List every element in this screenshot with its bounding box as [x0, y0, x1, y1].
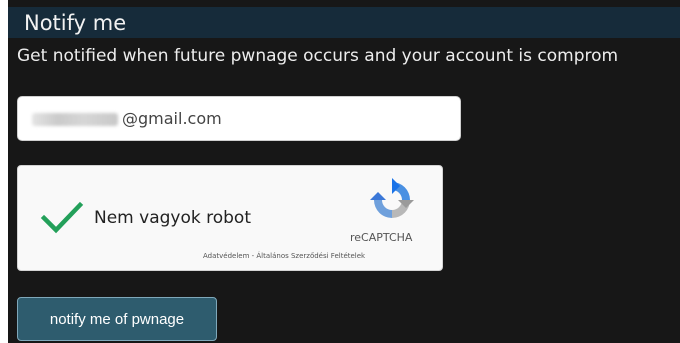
captcha-label: Nem vagyok robot — [94, 208, 251, 228]
recaptcha-widget: Nem vagyok robot reCAPTCHA Adatvédelem -… — [17, 165, 443, 271]
checkmark-icon[interactable] — [40, 200, 84, 236]
email-field[interactable]: @gmail.com — [17, 96, 461, 141]
notify-screen: Notify me Get notified when future pwnag… — [0, 0, 680, 343]
notify-panel: Notify me Get notified when future pwnag… — [8, 0, 680, 343]
intro-text: Get notified when future pwnage occurs a… — [17, 46, 619, 66]
redacted-email-username — [32, 113, 118, 126]
page-margin — [0, 0, 8, 343]
email-value: @gmail.com — [122, 109, 222, 128]
title-bar: Notify me — [8, 7, 680, 38]
page-title: Notify me — [24, 11, 127, 35]
recaptcha-legal-links[interactable]: Adatvédelem - Általános Szerződési Felté… — [203, 251, 365, 261]
notify-submit-button[interactable]: notify me of pwnage — [17, 297, 217, 341]
recaptcha-brand: reCAPTCHA — [350, 231, 413, 244]
recaptcha-logo-icon — [370, 178, 414, 218]
